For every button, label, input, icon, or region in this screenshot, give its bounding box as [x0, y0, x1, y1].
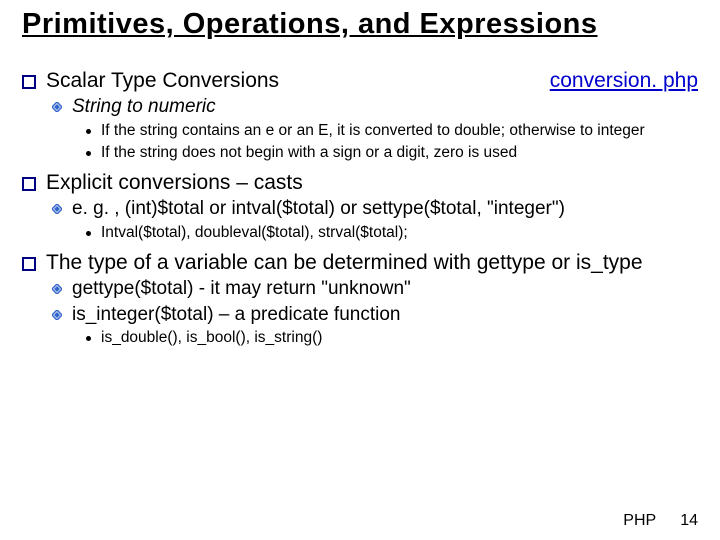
bullet-text: If the string contains an e or an E, it … [101, 121, 645, 141]
sub-text: gettype($total) - it may return "unknown… [72, 277, 411, 301]
footer-label: PHP [623, 512, 656, 530]
sub-text: String to numeric [72, 95, 216, 119]
link-conversion-php[interactable]: conversion. php [550, 69, 698, 93]
diamond-bullet-icon [52, 284, 62, 294]
sub-string-to-numeric: String to numeric [52, 95, 698, 119]
slide-footer: PHP 14 [623, 512, 698, 530]
bullet-text: If the string does not begin with a sign… [101, 143, 517, 163]
sub-gettype: gettype($total) - it may return "unknown… [52, 277, 698, 301]
section-explicit-casts: Explicit conversions – casts [22, 171, 698, 195]
bullet-intval: Intval($total), doubleval($total), strva… [86, 223, 698, 243]
section-scalar-conversions: Scalar Type Conversions conversion. php [22, 69, 698, 93]
diamond-bullet-icon [52, 102, 62, 112]
dot-bullet-icon [86, 336, 91, 341]
bullet-text: is_double(), is_bool(), is_string() [101, 328, 322, 348]
page-number: 14 [680, 512, 698, 530]
square-bullet-icon [22, 177, 36, 191]
sub-text: is_integer($total) – a predicate functio… [72, 303, 400, 327]
dot-bullet-icon [86, 151, 91, 156]
section-gettype: The type of a variable can be determined… [22, 251, 698, 275]
square-bullet-icon [22, 257, 36, 271]
bullet-text: Intval($total), doubleval($total), strva… [101, 223, 408, 243]
diamond-bullet-icon [52, 310, 62, 320]
section-heading: Scalar Type Conversions [46, 69, 279, 93]
section-heading: Explicit conversions – casts [46, 171, 698, 195]
diamond-bullet-icon [52, 204, 62, 214]
bullet-e-double: If the string contains an e or an E, it … [86, 121, 698, 141]
square-bullet-icon [22, 75, 36, 89]
sub-text: e. g. , (int)$total or intval($total) or… [72, 197, 565, 221]
sub-is-integer: is_integer($total) – a predicate functio… [52, 303, 698, 327]
bullet-zero-used: If the string does not begin with a sign… [86, 143, 698, 163]
bullet-is-double: is_double(), is_bool(), is_string() [86, 328, 698, 348]
dot-bullet-icon [86, 231, 91, 236]
slide-title: Primitives, Operations, and Expressions [22, 8, 698, 41]
section-heading: The type of a variable can be determined… [46, 251, 698, 275]
dot-bullet-icon [86, 129, 91, 134]
sub-eg-cast: e. g. , (int)$total or intval($total) or… [52, 197, 698, 221]
